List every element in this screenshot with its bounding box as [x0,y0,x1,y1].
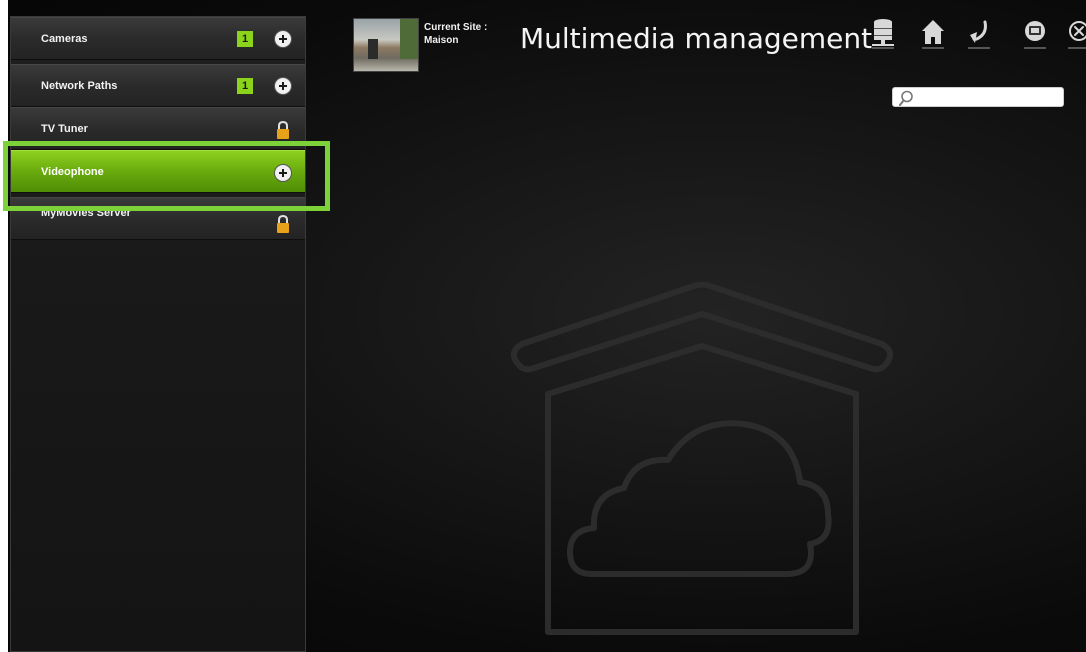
back-arrow-icon[interactable] [966,18,992,50]
close-icon[interactable] [1066,18,1086,50]
database-icon[interactable] [870,18,896,50]
page-title: Multimedia management [520,22,873,55]
sidebar-item-label: Videophone [41,166,104,178]
count-badge: 1 [237,31,253,47]
home-icon[interactable] [920,18,946,50]
sidebar-item-label: Network Paths [41,80,118,92]
search-box[interactable] [892,87,1064,107]
site-thumbnail[interactable] [353,18,419,72]
thumbnail-door [368,39,378,59]
display-icon[interactable] [1022,18,1048,50]
app-window: Current Site : Maison Multimedia managem… [0,0,1086,652]
sidebar-item-videophone[interactable]: Videophone [11,150,305,193]
sidebar-item-mymovies-server[interactable]: MyMovies Server [11,197,305,240]
sidebar-item-label: TV Tuner [41,123,88,135]
search-icon [899,90,913,106]
sidebar: Cameras 1 Network Paths 1 TV Tuner Video… [10,16,306,652]
count-badge: 1 [237,78,253,94]
current-site-label: Current Site : Maison [424,21,487,47]
sidebar-item-tv-tuner[interactable]: TV Tuner [11,107,305,150]
lock-icon [277,214,289,233]
current-site-caption: Current Site : [424,22,488,33]
lock-icon [277,120,289,139]
house-cloud-watermark-icon [510,282,894,635]
add-network-path-button[interactable] [275,78,291,94]
current-site-name: Maison [424,35,459,46]
sidebar-item-label: MyMovies Server [41,207,131,219]
sidebar-item-label: Cameras [41,33,88,45]
add-camera-button[interactable] [275,31,291,47]
sidebar-item-cameras[interactable]: Cameras 1 [11,17,305,60]
sidebar-item-network-paths[interactable]: Network Paths 1 [11,64,305,107]
thumbnail-tree [400,19,418,59]
add-videophone-button[interactable] [275,165,291,181]
search-input[interactable] [919,89,1059,105]
